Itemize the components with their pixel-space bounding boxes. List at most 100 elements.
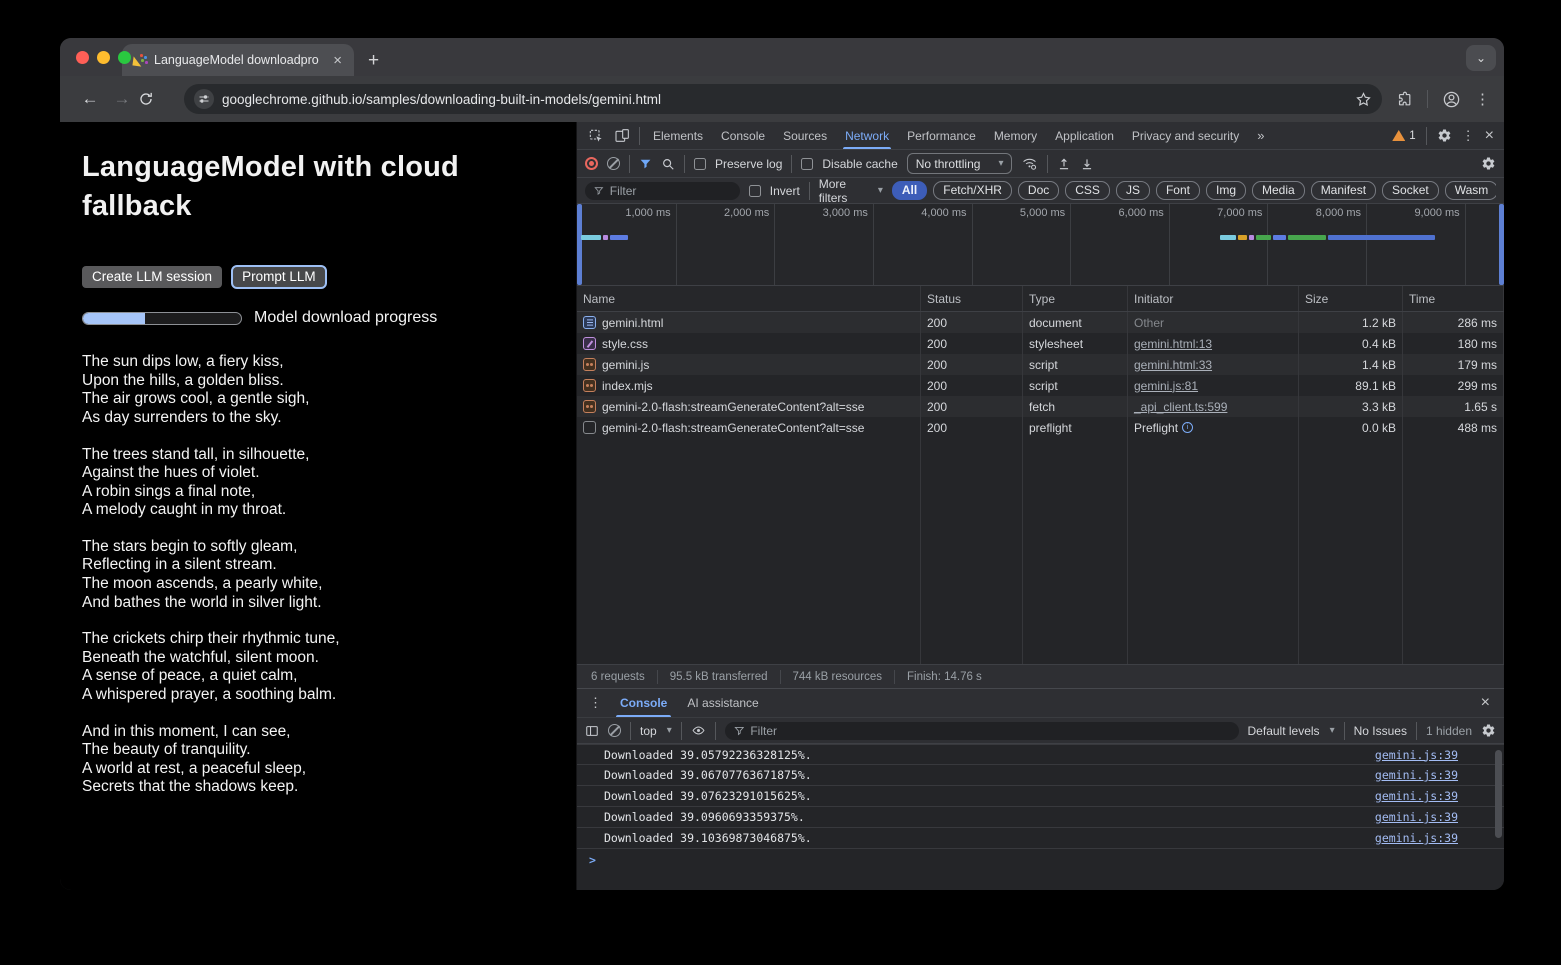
network-filter-input-pill[interactable] [585,182,740,200]
record-network-log-button[interactable] [585,157,598,170]
bookmark-star-icon[interactable] [1355,91,1372,108]
invert-checkbox[interactable] [749,185,761,197]
column-header-name[interactable]: Name [577,286,921,311]
preserve-log-checkbox[interactable] [694,158,706,170]
drawer-close-icon[interactable]: × [1481,695,1496,711]
devtools-tab-privacy-and-security[interactable]: Privacy and security [1123,122,1248,149]
default-levels-dropdown[interactable]: Default levels ▾ [1248,724,1335,738]
console-filter-input[interactable] [750,724,1229,738]
new-tab-button[interactable]: + [368,51,379,70]
filter-funnel-icon[interactable] [639,157,652,170]
column-header-type[interactable]: Type [1023,286,1128,311]
devtools-tab-application[interactable]: Application [1046,122,1123,149]
console-source-link[interactable]: gemini.js:39 [1375,789,1458,803]
reload-button[interactable] [138,91,170,107]
devtools-tab-memory[interactable]: Memory [985,122,1046,149]
inspect-element-icon[interactable] [583,125,609,147]
network-conditions-icon[interactable] [1021,156,1038,171]
issues-status[interactable]: No Issues [1354,724,1407,738]
issues-warning-badge[interactable]: 1 [1392,130,1415,142]
overview-right-handle[interactable] [1499,204,1504,285]
filter-chip-font[interactable]: Font [1156,181,1200,200]
devtools-tab-console[interactable]: Console [712,122,774,149]
filter-chip-js[interactable]: JS [1116,181,1150,200]
column-header-size[interactable]: Size [1299,286,1403,311]
filter-chip-manifest[interactable]: Manifest [1311,181,1376,200]
console-source-link[interactable]: gemini.js:39 [1375,831,1458,845]
import-har-icon[interactable] [1057,157,1071,171]
devtools-tab-elements[interactable]: Elements [644,122,712,149]
minimize-window-button[interactable] [97,51,110,64]
devtools-menu-kebab-icon[interactable]: ⋮ [1462,128,1475,144]
console-sidebar-icon[interactable] [585,724,599,738]
console-source-link[interactable]: gemini.js:39 [1375,748,1458,762]
clear-network-log-icon[interactable] [607,157,620,170]
device-toolbar-icon[interactable] [609,125,635,147]
column-header-status[interactable]: Status [921,286,1023,311]
more-tabs-overflow-icon[interactable]: » [1248,122,1273,149]
request-initiator[interactable]: _api_client.ts:599 [1134,400,1227,414]
throttling-select[interactable]: No throttling ▾ [907,153,1013,174]
filter-chip-fetch-xhr[interactable]: Fetch/XHR [933,181,1012,200]
console-source-link[interactable]: gemini.js:39 [1375,768,1458,782]
devtools-tab-performance[interactable]: Performance [898,122,985,149]
network-request-row[interactable]: style.css200stylesheetgemini.html:130.4 … [577,333,1504,354]
network-overview-timeline[interactable]: 1,000 ms2,000 ms3,000 ms4,000 ms5,000 ms… [577,204,1504,286]
disable-cache-checkbox[interactable] [801,158,813,170]
url-text[interactable]: googlechrome.github.io/samples/downloadi… [222,92,1347,107]
export-har-icon[interactable] [1080,157,1094,171]
more-filters-dropdown[interactable]: More filters ▾ [819,177,883,205]
address-bar[interactable]: googlechrome.github.io/samples/downloadi… [184,84,1382,114]
prompt-llm-button[interactable]: Prompt LLM [231,265,327,289]
network-request-row[interactable]: gemini-2.0-flash:streamGenerateContent?a… [577,396,1504,417]
profile-avatar-icon[interactable] [1442,90,1461,109]
devtools-tab-sources[interactable]: Sources [774,122,836,149]
devtools-close-icon[interactable]: × [1485,128,1494,144]
filter-chip-wasm[interactable]: Wasm [1445,181,1496,200]
request-initiator[interactable]: gemini.html:13 [1134,337,1212,351]
context-selector[interactable]: top ▾ [640,724,672,738]
overview-left-handle[interactable] [577,204,582,285]
drawer-tab-console[interactable]: Console [610,689,677,717]
drawer-menu-kebab-icon[interactable]: ⋮ [585,695,606,711]
preserve-log-label[interactable]: Preserve log [715,157,782,171]
back-button[interactable]: ← [74,89,106,109]
filter-chip-media[interactable]: Media [1252,181,1305,200]
invert-label[interactable]: Invert [770,184,800,198]
clear-console-icon[interactable] [608,724,621,737]
browser-menu-kebab-icon[interactable]: ⋮ [1475,90,1490,108]
search-icon[interactable] [661,157,675,171]
request-initiator[interactable]: gemini.html:33 [1134,358,1212,372]
disable-cache-label[interactable]: Disable cache [822,157,897,171]
console-source-link[interactable]: gemini.js:39 [1375,810,1458,824]
maximize-window-button[interactable] [118,51,131,64]
network-request-row[interactable]: gemini-2.0-flash:streamGenerateContent?a… [577,417,1504,438]
console-settings-gear-icon[interactable] [1481,723,1496,738]
browser-tab[interactable]: LanguageModel downloadpro × [122,44,354,76]
console-scrollbar-thumb[interactable] [1495,750,1502,838]
network-request-row[interactable]: index.mjs200scriptgemini.js:8189.1 kB299… [577,375,1504,396]
network-settings-gear-icon[interactable] [1481,156,1496,171]
devtools-settings-gear-icon[interactable] [1437,128,1452,143]
drawer-tab-ai-assistance[interactable]: AI assistance [677,689,768,717]
network-request-row[interactable]: gemini.html200documentOther1.2 kB286 ms [577,312,1504,333]
devtools-tab-network[interactable]: Network [836,122,898,149]
filter-chip-doc[interactable]: Doc [1018,181,1059,200]
network-request-row[interactable]: gemini.js200scriptgemini.html:331.4 kB17… [577,354,1504,375]
forward-button[interactable]: → [106,89,138,109]
request-initiator[interactable]: gemini.js:81 [1134,379,1198,393]
tab-close-icon[interactable]: × [331,53,344,68]
column-header-initiator[interactable]: Initiator [1128,286,1299,311]
filter-chip-css[interactable]: CSS [1065,181,1110,200]
create-llm-session-button[interactable]: Create LLM session [82,266,222,288]
column-header-time[interactable]: Time [1403,286,1504,311]
tab-search-button[interactable]: ⌄ [1466,45,1496,71]
filter-chip-all[interactable]: All [892,181,927,200]
filter-chip-img[interactable]: Img [1206,181,1246,200]
live-expression-eye-icon[interactable] [691,724,706,737]
extensions-puzzle-icon[interactable] [1396,91,1413,108]
console-prompt[interactable]: > [577,849,1504,870]
site-settings-icon[interactable] [194,89,214,109]
filter-chip-socket[interactable]: Socket [1382,181,1439,200]
network-filter-input[interactable] [610,184,731,198]
